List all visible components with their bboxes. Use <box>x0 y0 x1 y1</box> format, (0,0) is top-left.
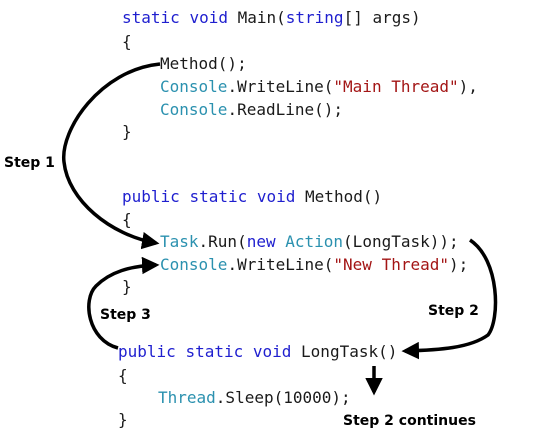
method-close-brace: } <box>122 277 132 296</box>
method-line-writeline: Console.WriteLine("New Thread"); <box>160 255 469 274</box>
step1-arrow <box>62 62 161 250</box>
method-open-brace: { <box>122 210 132 229</box>
main-close-brace: } <box>122 122 132 141</box>
longtask-line-sleep: Thread.Sleep(10000); <box>158 388 351 407</box>
longtask-open-brace: { <box>118 366 128 385</box>
main-signature: static void Main(string[] args) <box>122 8 421 27</box>
method-line-task-run: Task.Run(new Action(LongTask)); <box>160 232 459 251</box>
main-line-method-call: Method(); <box>160 54 247 73</box>
main-open-brace: { <box>122 32 132 51</box>
main-line-readline: Console.ReadLine(); <box>160 100 344 119</box>
step1-label: Step 1 <box>4 155 55 171</box>
longtask-signature: public static void LongTask() <box>118 342 398 361</box>
step2-continues-label: Step 2 continues <box>343 413 476 429</box>
longtask-close-brace: } <box>118 410 128 429</box>
flow-arrows <box>62 62 498 396</box>
method-signature: public static void Method() <box>122 187 383 206</box>
step3-label: Step 3 <box>100 307 151 323</box>
step2-label: Step 2 <box>428 303 479 319</box>
main-line-writeline: Console.WriteLine("Main Thread"), <box>160 77 478 96</box>
